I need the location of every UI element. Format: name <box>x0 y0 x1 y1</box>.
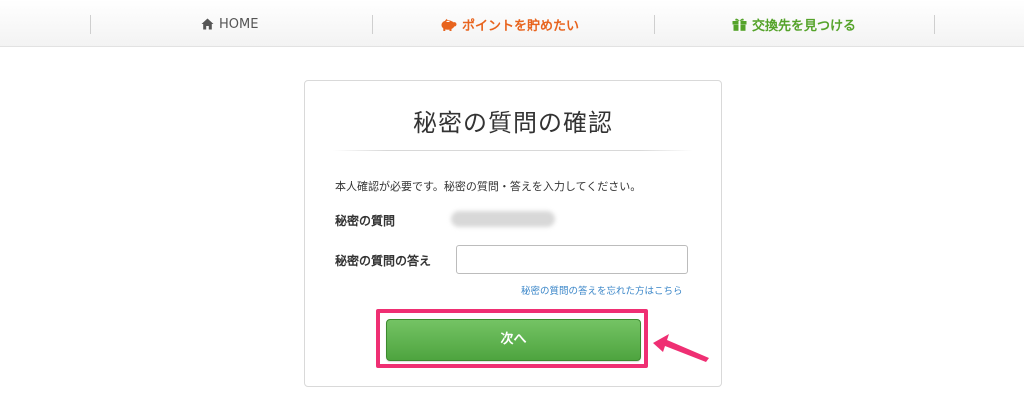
top-navigation: HOME ポイントを貯めたい 交換先を見つける <box>0 0 1024 47</box>
secret-question-value-blurred <box>451 211 555 227</box>
title-divider <box>333 150 693 151</box>
nav-save-label: ポイントを貯めたい <box>462 18 580 34</box>
secret-answer-label: 秘密の質問の答え <box>335 254 432 268</box>
nav-divider <box>372 15 373 34</box>
nav-home-link[interactable]: HOME <box>201 14 258 34</box>
arrow-pointer-icon <box>653 334 709 362</box>
secret-answer-input[interactable] <box>456 245 688 274</box>
piggy-bank-icon <box>441 18 457 31</box>
page-title: 秘密の質問の確認 <box>413 109 613 137</box>
nav-divider <box>934 15 935 34</box>
nav-divider <box>654 15 655 34</box>
secret-question-label: 秘密の質問 <box>335 214 396 228</box>
nav-exchange-label: 交換先を見つける <box>752 18 857 34</box>
gift-icon <box>732 18 747 31</box>
forgot-answer-link[interactable]: 秘密の質問の答えを忘れた方はこちら <box>521 283 683 297</box>
nav-save-points-link[interactable]: ポイントを貯めたい <box>440 14 579 34</box>
instruction-text: 本人確認が必要です。秘密の質問・答えを入力してください。 <box>335 180 642 193</box>
nav-find-exchange-link[interactable]: 交換先を見つける <box>732 14 856 34</box>
nav-home-label: HOME <box>219 16 259 32</box>
nav-divider <box>90 15 91 34</box>
home-icon <box>201 18 214 30</box>
next-button[interactable]: 次へ <box>386 319 641 361</box>
